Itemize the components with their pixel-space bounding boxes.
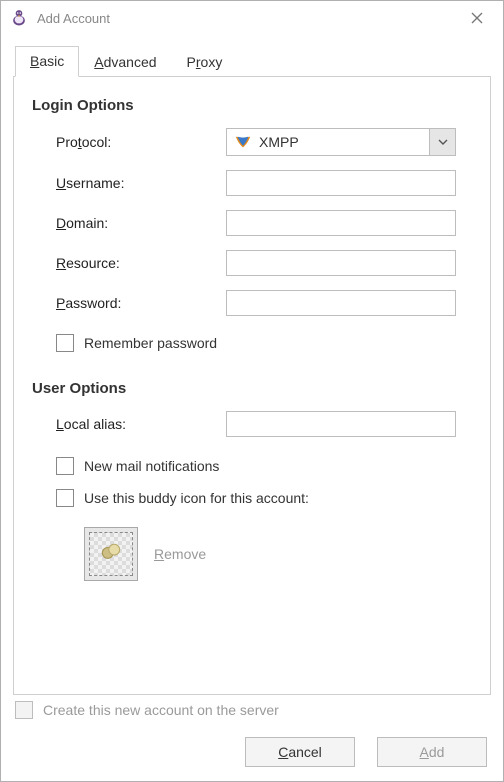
remember-password-row: Remember password: [56, 334, 472, 352]
window-close-button[interactable]: [457, 4, 497, 32]
tab-panel-basic: Login Options Protocol: XMPP: [13, 76, 491, 695]
tab-strip: Basic Advanced Proxy: [13, 45, 491, 76]
create-on-server-row: Create this new account on the server: [13, 695, 491, 719]
tab-basic[interactable]: Basic: [15, 46, 79, 77]
create-on-server-label: Create this new account on the server: [43, 702, 279, 718]
buddy-icon-label: Use this buddy icon for this account:: [84, 490, 309, 506]
password-label: Password:: [56, 295, 226, 311]
password-input[interactable]: [226, 290, 456, 316]
protocol-label: Protocol:: [56, 134, 226, 150]
remember-password-checkbox[interactable]: [56, 334, 74, 352]
pidgin-app-icon: [9, 8, 29, 28]
buddy-icon-row: Use this buddy icon for this account:: [56, 489, 472, 507]
resource-row: Resource:: [56, 250, 472, 276]
domain-label: Domain:: [56, 215, 226, 231]
xmpp-icon: [233, 132, 253, 152]
local-alias-input[interactable]: [226, 411, 456, 437]
password-row: Password:: [56, 290, 472, 316]
cancel-button[interactable]: Cancel: [245, 737, 355, 767]
username-input[interactable]: [226, 170, 456, 196]
window-title: Add Account: [37, 11, 110, 26]
add-button[interactable]: Add: [377, 737, 487, 767]
buddy-icon-checkbox[interactable]: [56, 489, 74, 507]
username-label: Username:: [56, 175, 226, 191]
tab-proxy[interactable]: Proxy: [172, 47, 238, 77]
resource-input[interactable]: [226, 250, 456, 276]
dialog-button-bar: Cancel Add: [13, 719, 491, 769]
remove-buddy-icon-button: Remove: [154, 546, 206, 562]
domain-row: Domain:: [56, 210, 472, 236]
protocol-select[interactable]: XMPP: [226, 128, 456, 156]
buddy-icon-picker[interactable]: [84, 527, 138, 581]
title-bar: Add Account: [1, 1, 503, 35]
protocol-selected-value: XMPP: [259, 134, 429, 150]
local-alias-row: Local alias:: [56, 411, 472, 437]
login-options-heading: Login Options: [32, 97, 472, 114]
create-on-server-checkbox: [15, 701, 33, 719]
user-options-heading: User Options: [32, 380, 472, 397]
protocol-dropdown-button[interactable]: [429, 129, 455, 155]
resource-label: Resource:: [56, 255, 226, 271]
add-account-window: Add Account Basic Advanced Proxy Login O…: [0, 0, 504, 782]
chevron-down-icon: [438, 139, 448, 145]
tab-advanced[interactable]: Advanced: [79, 47, 171, 77]
buddy-icon-placeholder-icon: [89, 532, 133, 576]
mail-notifications-checkbox[interactable]: [56, 457, 74, 475]
mail-notifications-label: New mail notifications: [84, 458, 219, 474]
mail-notifications-row: New mail notifications: [56, 457, 472, 475]
username-row: Username:: [56, 170, 472, 196]
remember-password-label: Remember password: [84, 335, 217, 351]
protocol-row: Protocol: XMPP: [56, 128, 472, 156]
client-area: Basic Advanced Proxy Login Options Proto…: [1, 35, 503, 781]
domain-input[interactable]: [226, 210, 456, 236]
local-alias-label: Local alias:: [56, 416, 226, 432]
